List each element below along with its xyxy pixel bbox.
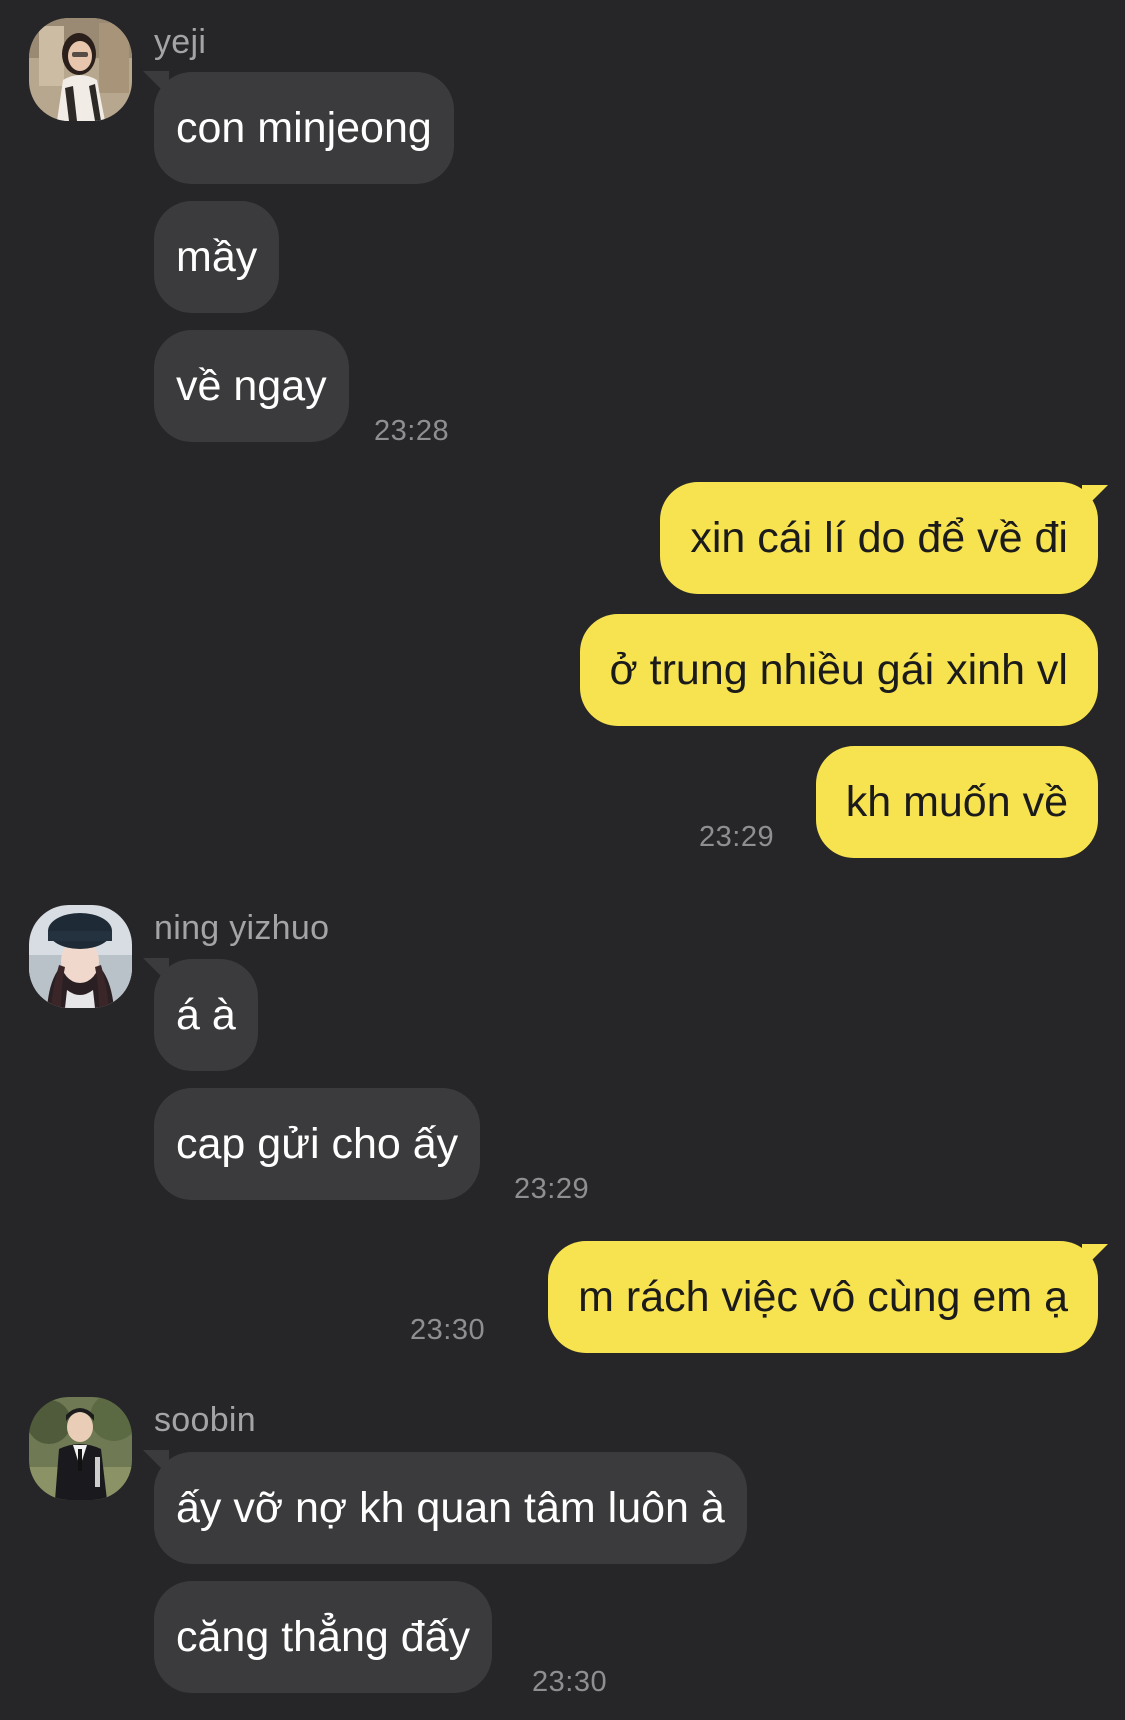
incoming-message[interactable]: con minjeong — [154, 72, 454, 184]
avatar-soobin[interactable] — [29, 1397, 132, 1500]
avatar-ning-yizhuo[interactable] — [29, 905, 132, 1008]
message-timestamp: 23:28 — [374, 415, 450, 447]
sender-name: soobin — [154, 1401, 256, 1439]
profile-photo-icon — [29, 1397, 132, 1500]
sender-name: yeji — [154, 23, 207, 61]
incoming-message[interactable]: cap gửi cho ấy — [154, 1088, 481, 1200]
chat-message-list[interactable]: yeji con minjeong mầy về ngay 23:28 xin … — [0, 0, 1125, 1720]
message-timestamp: 23:29 — [514, 1173, 590, 1205]
message-timestamp: 23:30 — [410, 1314, 486, 1346]
incoming-message[interactable]: về ngay — [154, 330, 349, 442]
outgoing-message[interactable]: xin cái lí do để về đi — [660, 482, 1098, 594]
incoming-message[interactable]: ấy vỡ nợ kh quan tâm luôn à — [154, 1452, 747, 1564]
message-timestamp: 23:29 — [699, 821, 775, 853]
outgoing-message[interactable]: ở trung nhiều gái xinh vl — [579, 614, 1098, 726]
incoming-message[interactable]: căng thẳng đấy — [154, 1581, 493, 1693]
profile-photo-icon — [29, 905, 132, 1008]
message-timestamp: 23:30 — [532, 1666, 608, 1698]
outgoing-message[interactable]: kh muốn về — [815, 746, 1098, 858]
sender-name: ning yizhuo — [154, 909, 330, 947]
incoming-message[interactable]: mầy — [154, 201, 280, 313]
profile-photo-icon — [29, 18, 132, 121]
incoming-message[interactable]: á à — [154, 959, 258, 1071]
avatar-yeji[interactable] — [29, 18, 132, 121]
outgoing-message[interactable]: m rách việc vô cùng em ạ — [548, 1241, 1098, 1353]
